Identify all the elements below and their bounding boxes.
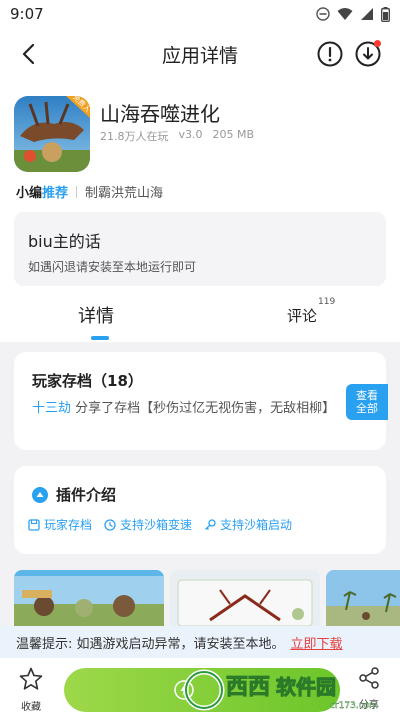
battery-icon: [381, 6, 390, 22]
view-all-button[interactable]: 查看 全部: [346, 384, 388, 420]
status-icons: [316, 6, 390, 22]
svg-text:软件园: 软件园: [276, 675, 336, 699]
dnd-icon: [316, 7, 330, 21]
saves-title: 玩家存档（18）: [32, 372, 143, 390]
notice-text: 温馨提示: 如遇游戏启动异常，请安装至本地。: [16, 636, 285, 652]
notification-dot: [374, 40, 381, 47]
site-watermark-logo: 西西 软件园 cr173.com: [180, 668, 388, 712]
app-info-section: 免费入 山海吞噬进化 21.8万人在玩 v3.0 205 MB 小编 推荐 制霸…: [0, 80, 400, 342]
screenshot-gallery[interactable]: [14, 570, 400, 626]
status-bar: 9:07: [0, 0, 400, 28]
plugin-item-sandbox[interactable]: 支持沙箱启动: [204, 516, 292, 533]
download-now-link[interactable]: 立即下载: [291, 633, 343, 652]
plugin-title: 插件介绍: [56, 486, 117, 504]
favorite-button[interactable]: 收藏: [14, 666, 48, 713]
recommend-label: 推荐: [42, 186, 69, 201]
plugin-item-label: 支持沙箱启动: [220, 518, 293, 532]
plugin-intro-card: 插件介绍 玩家存档 支持沙箱变速 支持沙箱启动: [14, 466, 386, 554]
tab-detail[interactable]: 详情: [78, 302, 114, 328]
saves-text: 分享了存档【秒伤过亿无视伤害，无敌相柳】: [71, 401, 336, 416]
star-icon: [19, 667, 43, 690]
plugin-list: 玩家存档 支持沙箱变速 支持沙箱启动: [28, 516, 292, 533]
wifi-icon: [337, 8, 353, 20]
report-button[interactable]: [316, 40, 344, 68]
save-file-icon: [28, 518, 40, 531]
install-notice: 温馨提示: 如遇游戏启动异常，请安装至本地。 立即下载: [0, 626, 400, 658]
plugin-item-saves[interactable]: 玩家存档: [28, 516, 92, 533]
speed-clock-icon: [104, 518, 116, 531]
biu-note-card: biu主的话 如遇闪退请安装至本地运行即可: [14, 212, 386, 286]
view-all-line2: 全部: [356, 402, 378, 415]
svg-text:西西: 西西: [226, 675, 270, 700]
app-size: 205 MB: [212, 128, 255, 141]
editor-label: 小编: [16, 186, 43, 201]
plugin-title-row: 插件介绍: [32, 484, 116, 505]
tab-active-indicator: [91, 336, 109, 340]
svg-text:cr173.com: cr173.com: [330, 701, 378, 711]
plugin-item-label: 玩家存档: [44, 518, 93, 532]
tab-comment[interactable]: 评论: [287, 305, 317, 326]
alert-icon: [317, 41, 343, 67]
back-button[interactable]: [14, 40, 42, 68]
app-header: 应用详情: [0, 28, 400, 80]
app-version: v3.0: [178, 128, 203, 141]
plugin-item-speed[interactable]: 支持沙箱变速: [104, 516, 192, 533]
favorite-label: 收藏: [21, 702, 41, 713]
app-name: 山海吞噬进化: [100, 102, 220, 126]
screenshot-3[interactable]: [326, 570, 400, 626]
download-manager-button[interactable]: [354, 40, 382, 68]
key-icon: [205, 518, 216, 530]
divider: [76, 185, 78, 198]
biu-text: 如遇闪退请安装至本地运行即可: [28, 260, 197, 274]
editor-recommendation: 小编 推荐 制霸洪荒山海: [16, 182, 163, 201]
plugin-item-label: 支持沙箱变速: [120, 518, 193, 532]
screenshot-2[interactable]: [170, 570, 320, 626]
screenshot-1[interactable]: [14, 570, 164, 626]
plugin-icon: [32, 486, 48, 503]
editor-text: 制霸洪荒山海: [85, 186, 164, 201]
status-time: 9:07: [10, 5, 44, 23]
saves-username[interactable]: 十三劫: [32, 401, 71, 416]
view-all-line1: 查看: [356, 389, 378, 402]
saves-description: 十三劫 分享了存档【秒伤过亿无视伤害，无敌相柳】: [32, 400, 342, 418]
app-icon: 免费入: [14, 96, 90, 172]
chevron-left-icon: [22, 43, 35, 65]
app-meta: 21.8万人在玩 v3.0 205 MB: [100, 128, 254, 144]
player-saves-card[interactable]: 玩家存档（18） 十三劫 分享了存档【秒伤过亿无视伤害，无敌相柳】 查看 全部: [14, 352, 388, 450]
cell-signal-icon: [361, 8, 373, 20]
comment-count-badge: 119: [318, 297, 336, 307]
biu-title: biu主的话: [28, 232, 101, 251]
player-count: 21.8万人在玩: [100, 130, 169, 143]
